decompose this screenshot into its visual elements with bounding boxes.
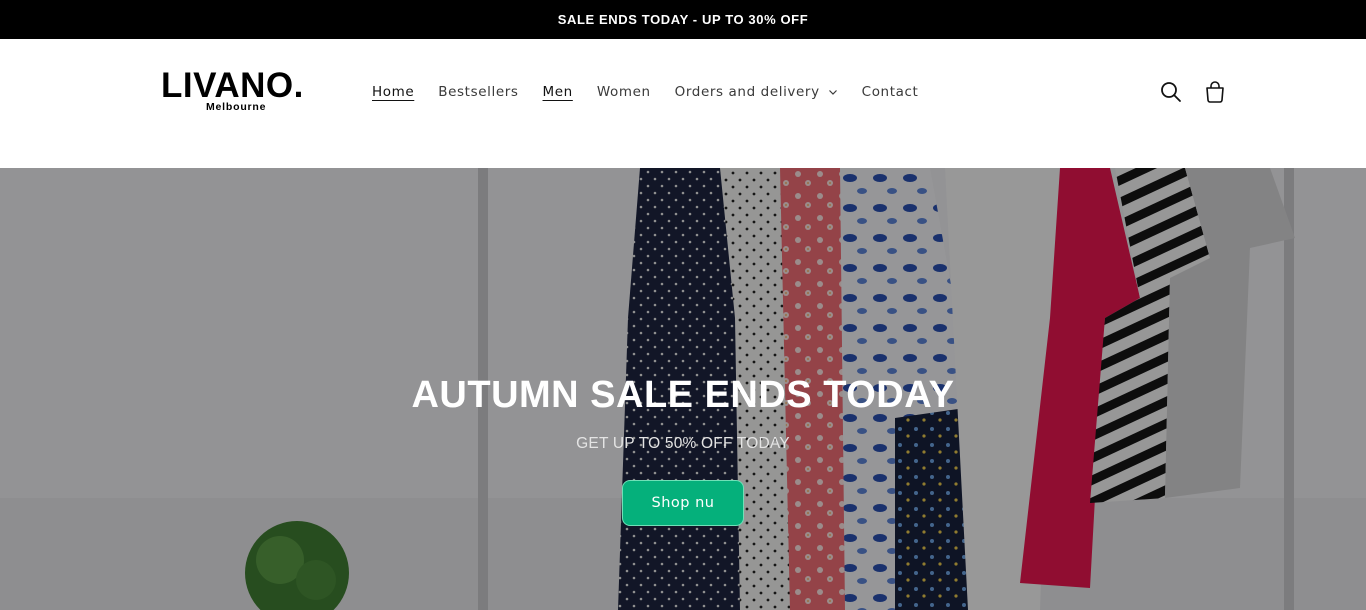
nav-item-orders-label: Orders and delivery [674,84,820,100]
site-header: LIVANO. Melbourne Home Bestsellers Men W… [0,39,1366,168]
main-nav: Home Bestsellers Men Women Orders and de… [372,81,942,103]
nav-item-bestsellers[interactable]: Bestsellers [438,84,518,100]
nav-item-women[interactable]: Women [597,84,651,100]
cart-icon [1206,81,1224,103]
hero-banner: AUTUMN SALE ENDS TODAY GET UP TO 50% OFF… [0,168,1366,610]
nav-item-men[interactable]: Men [543,84,573,100]
search-icon [1161,82,1181,102]
shop-now-button[interactable]: Shop nu [622,480,744,526]
search-button[interactable] [1157,78,1185,106]
announcement-text: SALE ENDS TODAY - UP TO 30% OFF [557,12,809,27]
hero-subtitle: GET UP TO 50% OFF TODAY [576,435,790,452]
hero-content: AUTUMN SALE ENDS TODAY GET UP TO 50% OFF… [0,368,1366,526]
chevron-down-icon [828,90,837,95]
logo-location: Melbourne [206,101,267,113]
announcement-bar: SALE ENDS TODAY - UP TO 30% OFF [0,0,1366,39]
hero-title: AUTUMN SALE ENDS TODAY [411,374,955,416]
cart-button[interactable] [1201,78,1229,106]
nav-item-home[interactable]: Home [372,84,414,100]
nav-item-orders-and-delivery[interactable]: Orders and delivery [675,84,838,100]
nav-item-contact[interactable]: Contact [862,84,919,100]
logo-wordmark: LIVANO. [161,66,304,105]
site-logo[interactable]: LIVANO. Melbourne [161,68,321,116]
